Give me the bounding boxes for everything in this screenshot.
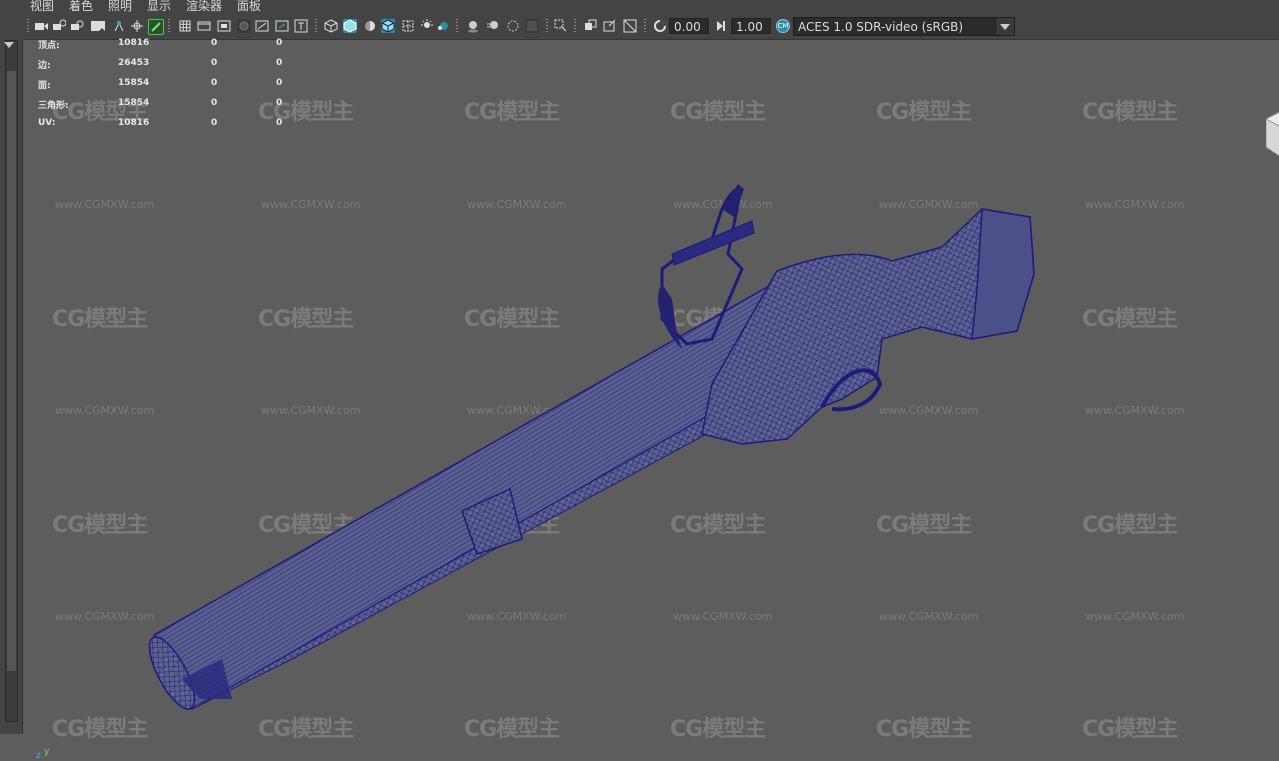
toolbar-separator xyxy=(644,19,646,34)
menu-view[interactable]: 视图 xyxy=(30,0,54,12)
hud-selected-2: 0 xyxy=(276,118,283,128)
grid-icon[interactable] xyxy=(178,19,192,33)
xray-joints-icon[interactable] xyxy=(584,19,598,33)
backface-icon[interactable] xyxy=(603,19,617,33)
menu-shading[interactable]: 着色 xyxy=(69,0,93,12)
view-cube[interactable]: 上 右 xyxy=(1266,109,1279,179)
panel-toolbar: 0.00 1.00 CM ACES 1.0 SDR-video (sRGB) xyxy=(22,14,1279,40)
menu-show[interactable]: 显示 xyxy=(147,0,171,12)
camera-values-icon[interactable] xyxy=(623,19,637,33)
lights-icon[interactable] xyxy=(420,19,434,33)
camera-attr-icon[interactable] xyxy=(52,19,66,33)
axis-z-label: z xyxy=(36,751,41,761)
color-management-icon[interactable]: CM xyxy=(776,19,790,33)
hud-selected: 0 xyxy=(211,58,218,68)
gamma-field[interactable]: 1.00 xyxy=(731,18,771,34)
chevron-down-icon[interactable] xyxy=(995,18,1014,35)
hud-selected: 0 xyxy=(211,38,218,48)
hud-total: 10816 xyxy=(118,38,150,48)
hud-selected-2: 0 xyxy=(276,78,283,88)
multisample-aa-icon[interactable] xyxy=(506,19,520,33)
hud-selected: 0 xyxy=(211,98,218,108)
menu-panels[interactable]: 面板 xyxy=(237,0,261,12)
exposure-field[interactable]: 0.00 xyxy=(669,18,709,34)
film-gate-icon[interactable] xyxy=(197,19,211,33)
bookmark-icon[interactable] xyxy=(70,19,84,33)
hud-label: 边: xyxy=(38,61,51,71)
hud-label: 顶点: xyxy=(38,41,60,51)
panel-menu-bar: 视图 着色 照明 显示 渲染器 面板 xyxy=(22,0,1279,14)
hud-selected: 0 xyxy=(211,78,218,88)
view-transform-label: ACES 1.0 SDR-video (sRGB) xyxy=(798,20,964,34)
toolbar-separator xyxy=(315,19,317,34)
isolate-select-icon[interactable] xyxy=(554,19,568,33)
hud-selected-2: 0 xyxy=(276,58,283,68)
axis-y-label: y xyxy=(44,747,50,757)
smooth-shade-icon[interactable] xyxy=(343,19,357,33)
grease-pencil-icon[interactable] xyxy=(148,19,164,35)
hud-total: 10816 xyxy=(118,118,150,128)
butt-cap-mesh xyxy=(971,208,1035,340)
flintlock-pistol-mesh xyxy=(148,184,1035,711)
left-scrollbar[interactable] xyxy=(5,40,18,722)
safe-title-icon[interactable] xyxy=(255,19,269,33)
toolbar-separator xyxy=(456,19,458,34)
pan-icon[interactable] xyxy=(112,19,126,33)
left-shelf-strip xyxy=(0,0,23,734)
view-transform-select[interactable]: ACES 1.0 SDR-video (sRGB) xyxy=(793,17,1015,36)
hud-total: 26453 xyxy=(118,58,150,68)
frizzen-mesh xyxy=(671,220,755,266)
screen-space-ao-icon[interactable] xyxy=(466,19,480,33)
field-chart-icon[interactable] xyxy=(275,19,289,33)
hud-selected-2: 0 xyxy=(276,98,283,108)
wireframe-on-shaded-icon[interactable] xyxy=(381,19,395,33)
xray-icon[interactable] xyxy=(401,19,415,33)
hud-total: 15854 xyxy=(118,78,150,88)
toolbar-separator xyxy=(574,19,576,34)
camera-icon[interactable] xyxy=(34,19,48,33)
collapse-arrow-icon[interactable] xyxy=(4,42,14,48)
depth-of-field-icon[interactable] xyxy=(525,19,539,33)
hud-selected-2: 0 xyxy=(276,38,283,48)
toolbar-separator xyxy=(546,19,548,34)
gate-mask-icon[interactable] xyxy=(237,19,251,33)
default-material-icon[interactable] xyxy=(363,19,377,33)
motion-blur-icon[interactable] xyxy=(486,19,500,33)
hud-total: 15854 xyxy=(118,98,150,108)
shadows-icon[interactable] xyxy=(436,19,450,33)
toolbar-separator xyxy=(168,19,170,34)
gamma-icon[interactable] xyxy=(714,19,728,33)
menu-lighting[interactable]: 照明 xyxy=(108,0,132,12)
menu-renderer[interactable]: 渲染器 xyxy=(186,0,222,12)
scrollbar-thumb[interactable] xyxy=(7,71,16,671)
hud-selected: 0 xyxy=(211,118,218,128)
exposure-icon[interactable] xyxy=(653,19,667,33)
barrel-mesh xyxy=(153,271,836,711)
hud-label: 三角形: xyxy=(38,101,69,111)
hud-label: UV: xyxy=(38,118,56,128)
resolution-gate-icon[interactable] xyxy=(217,19,231,33)
move-icon[interactable] xyxy=(130,19,144,33)
hud-label: 面: xyxy=(38,81,51,91)
text-icon[interactable] xyxy=(294,19,308,33)
lock-plate-mesh xyxy=(658,284,682,349)
image-plane-icon-2[interactable] xyxy=(94,19,108,33)
toolbar-separator xyxy=(27,19,29,34)
viewport-3d[interactable]: CG模型主 CG模型主 CG模型主 CG模型主 CG模型主 CG模型主 CG模型主 CG模型主… xyxy=(22,39,1279,761)
wireframe-icon[interactable] xyxy=(324,19,338,33)
